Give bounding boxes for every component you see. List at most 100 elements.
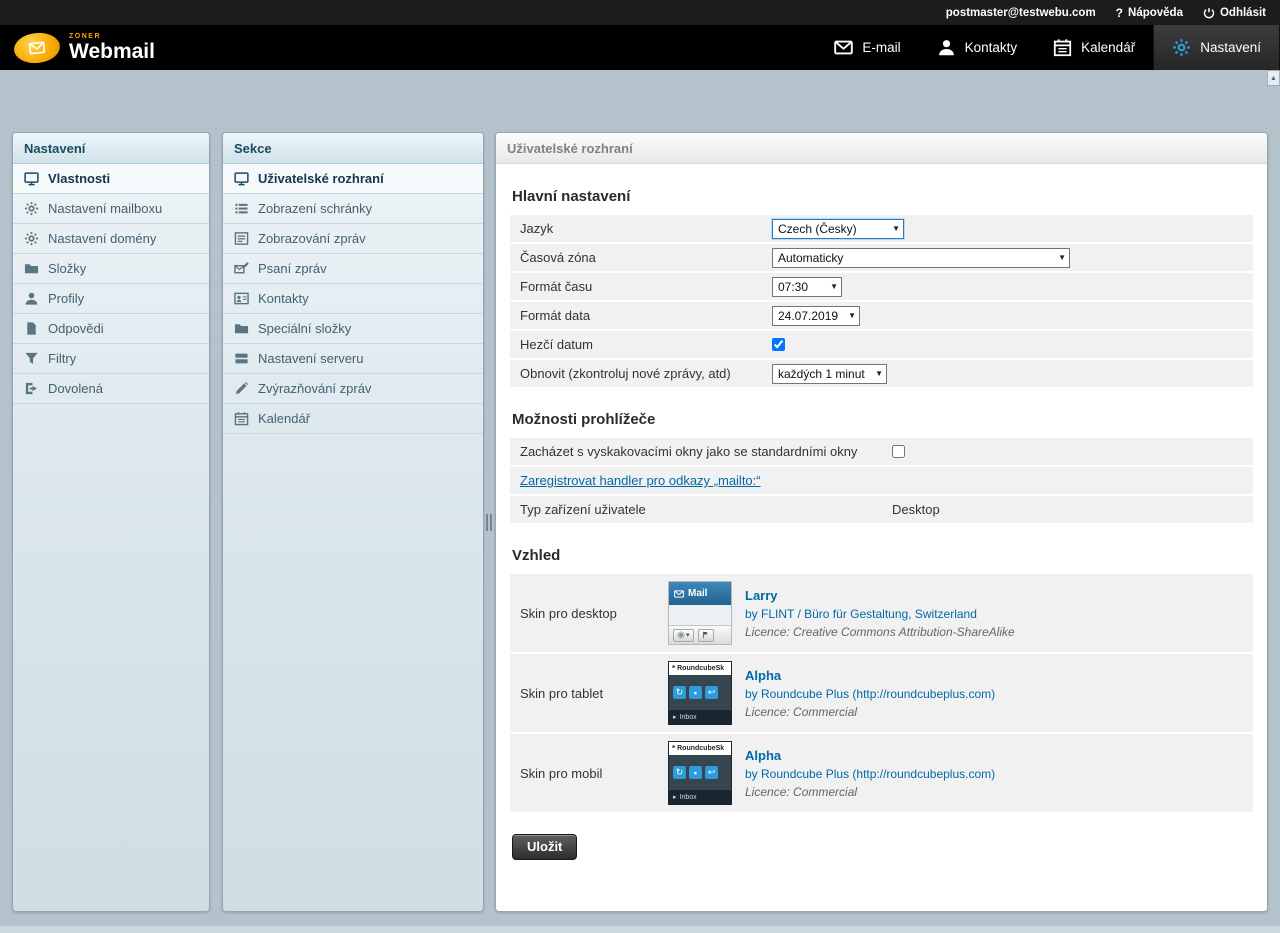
skin-author-link[interactable]: by FLINT / Büro für Gestaltung, Switzerl… (745, 607, 1015, 621)
larry-mail-label: Mail (688, 588, 707, 599)
skin-name-link[interactable]: Larry (745, 588, 1015, 603)
save-button[interactable]: Uložit (512, 834, 577, 860)
section-item-kontakty[interactable]: Kontakty (223, 284, 483, 314)
settings-item-vlastnosti[interactable]: Vlastnosti (13, 164, 209, 194)
settings-item-label: Odpovědi (48, 321, 104, 336)
monitor-icon (234, 171, 249, 186)
refresh-icon: ↻ (673, 766, 686, 779)
settings-item-label: Nastavení mailboxu (48, 201, 162, 216)
section-item-kalendar[interactable]: Kalendář (223, 404, 483, 434)
mail-icon (834, 38, 853, 57)
settings-item-label: Profily (48, 291, 84, 306)
language-value: Czech (Česky) (778, 222, 857, 236)
calendar-icon (234, 411, 249, 426)
sections-panel-title: Sekce (223, 133, 483, 164)
nav-item-contacts[interactable]: Kontakty (919, 25, 1036, 70)
list-icon (234, 201, 249, 216)
brand-envelope-icon (13, 30, 62, 65)
scroll-up-icon: ▲ (1270, 75, 1277, 82)
date-format-row: Formát data 24.07.2019 ▼ (510, 302, 1253, 329)
scrollbar-up-button[interactable]: ▲ (1267, 70, 1280, 86)
skin-desktop-label: Skin pro desktop (520, 606, 668, 621)
section-item-psani-zprav[interactable]: Psaní zpráv (223, 254, 483, 284)
server-icon (234, 351, 249, 366)
section-item-zobrazovani-zprav[interactable]: Zobrazování zpráv (223, 224, 483, 254)
inbox-arrow-icon: ▸ (673, 713, 677, 721)
gear-icon (677, 631, 685, 639)
section-item-zobrazeni-schranky[interactable]: Zobrazení schránky (223, 194, 483, 224)
skin-mobile-label: Skin pro mobil (520, 766, 668, 781)
timezone-row: Časová zóna Automaticky ▼ (510, 244, 1253, 271)
settings-item-nastaveni-mailboxu[interactable]: Nastavení mailboxu (13, 194, 209, 224)
settings-item-profily[interactable]: Profily (13, 284, 209, 314)
compose-icon: ▪ (689, 686, 702, 699)
reply-icon: ↩ (705, 766, 718, 779)
timezone-select[interactable]: Automaticky ▼ (772, 248, 1070, 268)
logout-button[interactable]: Odhlásit (1203, 7, 1266, 19)
brand-zoner-label: ZONER (69, 33, 155, 40)
nav-item-settings[interactable]: Nastavení (1153, 25, 1280, 70)
skin-mobile-row: Skin pro mobil * RoundcubeSk ↻ ▪ ↩ ▸ Inb… (510, 734, 1253, 812)
settings-item-slozky[interactable]: Složky (13, 254, 209, 284)
filter-icon (24, 351, 39, 366)
content-title: Uživatelské rozhraní (496, 133, 1267, 164)
date-format-label: Formát data (520, 308, 772, 323)
alpha-inbox-label: Inbox (680, 794, 697, 801)
section-item-label: Uživatelské rozhraní (258, 171, 384, 186)
contacts-icon (937, 38, 956, 57)
skin-thumbnail-alpha[interactable]: * RoundcubeSk ↻ ▪ ↩ ▸ Inbox (668, 741, 732, 805)
gear-icon (24, 201, 39, 216)
section-item-label: Zobrazení schránky (258, 201, 372, 216)
webmail-app: postmaster@testwebu.com ? Nápověda Odhlá… (0, 0, 1280, 933)
popups-checkbox[interactable] (892, 445, 905, 458)
nav-item-calendar[interactable]: Kalendář (1035, 25, 1153, 70)
language-select[interactable]: Czech (Česky) ▼ (772, 219, 904, 239)
app-header: ZONER Webmail E-mail Kontakty Kalendář N… (0, 25, 1280, 70)
flag-icon (702, 631, 710, 639)
section-item-label: Kontakty (258, 291, 309, 306)
content-body: Hlavní nastavení Jazyk Czech (Česky) ▼ Č… (496, 164, 1267, 860)
chevron-down-icon: ▼ (1058, 253, 1066, 262)
section-item-uzivatelske-rozhrani[interactable]: Uživatelské rozhraní (223, 164, 483, 194)
skin-name-link[interactable]: Alpha (745, 748, 995, 763)
chevron-down-icon: ▼ (892, 224, 900, 233)
alpha-inbox-label: Inbox (680, 714, 697, 721)
skin-author-link[interactable]: by Roundcube Plus (http://roundcubeplus.… (745, 767, 995, 781)
inbox-arrow-icon: ▸ (673, 793, 677, 801)
contact-card-icon (234, 291, 249, 306)
skin-licence: Licence: Creative Commons Attribution-Sh… (745, 625, 1015, 639)
settings-item-dovolena[interactable]: Dovolená (13, 374, 209, 404)
refresh-select[interactable]: každých 1 minut ▼ (772, 364, 887, 384)
section-item-zvyraznovani-zprav[interactable]: Zvýrazňování zpráv (223, 374, 483, 404)
section-item-label: Nastavení serveru (258, 351, 364, 366)
mailto-handler-link[interactable]: Zaregistrovat handler pro odkazy „mailto… (520, 473, 761, 488)
asterisk-icon: * (672, 744, 675, 753)
section-item-nastaveni-serveru[interactable]: Nastavení serveru (223, 344, 483, 374)
section-item-label: Zvýrazňování zpráv (258, 381, 371, 396)
skin-name-link[interactable]: Alpha (745, 668, 995, 683)
horizontal-scrollbar[interactable] (0, 926, 1280, 933)
compose-icon: ▪ (689, 766, 702, 779)
settings-item-odpovedi[interactable]: Odpovědi (13, 314, 209, 344)
help-button[interactable]: ? Nápověda (1116, 6, 1183, 20)
document-icon (24, 321, 39, 336)
question-icon: ? (1116, 6, 1123, 20)
column-splitter-handle[interactable] (486, 514, 493, 531)
skin-thumbnail-larry[interactable]: Mail ▾ (668, 581, 732, 645)
pretty-date-checkbox[interactable] (772, 338, 785, 351)
settings-item-filtry[interactable]: Filtry (13, 344, 209, 374)
settings-panel: Nastavení Vlastnosti Nastavení mailboxu … (12, 132, 210, 912)
date-format-select[interactable]: 24.07.2019 ▼ (772, 306, 860, 326)
section-item-specialni-slozky[interactable]: Speciální složky (223, 314, 483, 344)
time-format-select[interactable]: 07:30 ▼ (772, 277, 842, 297)
skin-author-link[interactable]: by Roundcube Plus (http://roundcubeplus.… (745, 687, 995, 701)
user-email: postmaster@testwebu.com (946, 7, 1096, 19)
refresh-icon: ↻ (673, 686, 686, 699)
power-icon (1203, 7, 1215, 19)
nav-item-email[interactable]: E-mail (816, 25, 918, 70)
settings-item-nastaveni-domeny[interactable]: Nastavení domény (13, 224, 209, 254)
mailto-handler-row: Zaregistrovat handler pro odkazy „mailto… (510, 467, 1253, 494)
language-label: Jazyk (520, 221, 772, 236)
date-format-value: 24.07.2019 (778, 309, 838, 323)
skin-thumbnail-alpha[interactable]: * RoundcubeSk ↻ ▪ ↩ ▸ Inbox (668, 661, 732, 725)
